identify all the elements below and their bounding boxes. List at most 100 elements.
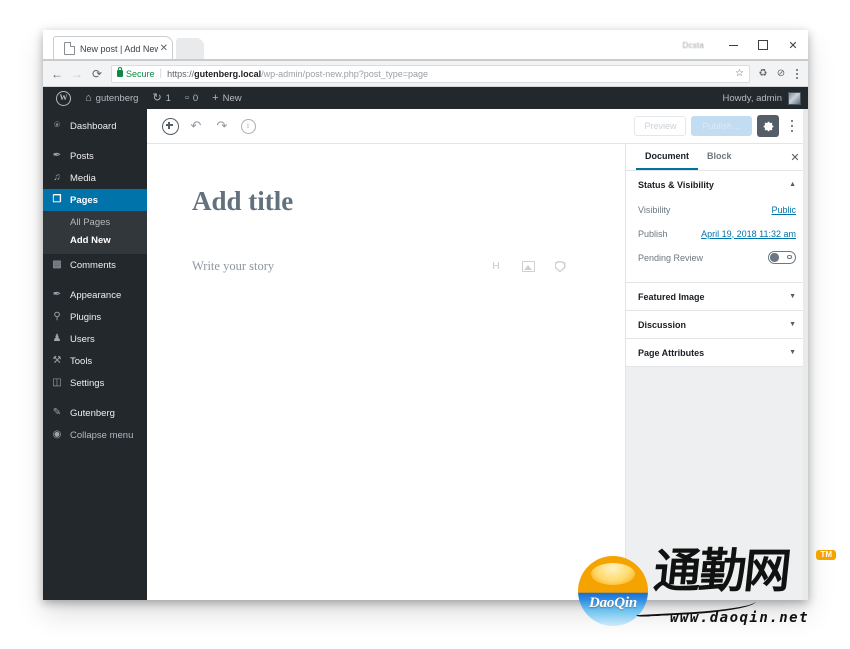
- browser-menu-icon[interactable]: [790, 65, 804, 83]
- security-label: Secure: [126, 68, 155, 79]
- sidebar-item-tools[interactable]: ⚒ Tools: [43, 350, 147, 372]
- quote-inserter-icon[interactable]: [553, 260, 567, 274]
- adminbar-updates[interactable]: ↻ 1: [145, 87, 178, 109]
- browser-window: New post | Add New Pag ✕ Dcsta ✕ ← → ⟳ S…: [43, 30, 808, 600]
- media-icon: ♫: [53, 172, 61, 183]
- browser-toolbar: ← → ⟳ Secure | https://gutenberg.local/w…: [43, 61, 808, 87]
- submenu-item-add-new[interactable]: Add New: [43, 232, 147, 250]
- window-maximize-button[interactable]: [748, 30, 778, 60]
- panel-status-visibility: Status & Visibility ▲ Visibility Public: [626, 171, 808, 283]
- settings-button[interactable]: [757, 115, 779, 137]
- post-title-input[interactable]: Add title: [192, 186, 585, 217]
- window-minimize-button[interactable]: [718, 30, 748, 60]
- sidebar-item-label: Posts: [70, 150, 94, 162]
- adminbar-new-label: New: [222, 92, 242, 104]
- pending-review-toggle[interactable]: [768, 251, 796, 264]
- url-path: /wp-admin/post-new.php?post_type=page: [261, 68, 429, 79]
- adminbar-updates-count: 1: [165, 92, 171, 104]
- sidebar-item-label: Gutenberg: [70, 407, 115, 419]
- adminbar-account[interactable]: Howdy, admin: [723, 91, 809, 105]
- sidebar-item-media[interactable]: ♫ Media: [43, 167, 147, 189]
- reload-icon[interactable]: ⟳: [87, 64, 107, 84]
- recycle-extension-icon[interactable]: ♻: [754, 65, 772, 83]
- new-tab-button[interactable]: [176, 38, 204, 60]
- row-publish: Publish April 19, 2018 11:32 am: [638, 223, 796, 244]
- sidebar-item-label: Dashboard: [70, 120, 117, 132]
- bookmark-star-icon[interactable]: ☆: [735, 68, 744, 79]
- panel-header[interactable]: Status & Visibility ▲: [626, 171, 808, 198]
- info-icon: i: [240, 118, 256, 134]
- preview-button[interactable]: Preview: [634, 116, 687, 136]
- panel-header[interactable]: Page Attributes ▼: [626, 339, 808, 366]
- brush-icon: ✒: [52, 289, 62, 300]
- settings-sidebar: Document Block ✕ Status & Visibility ▲ V…: [625, 109, 808, 600]
- row-pending-review: Pending Review: [638, 247, 796, 268]
- adminbar-wp-logo[interactable]: W: [49, 87, 78, 109]
- heading-inserter-icon[interactable]: H: [489, 260, 503, 274]
- more-menu-button[interactable]: [784, 115, 800, 137]
- image-inserter-icon[interactable]: [521, 260, 535, 274]
- sidebar-scrollbar[interactable]: [803, 109, 808, 600]
- tab-document[interactable]: Document: [636, 144, 699, 170]
- adminbar-new-content[interactable]: + New: [205, 87, 248, 109]
- sidebar-item-plugins[interactable]: ⚲ Plugins: [43, 306, 147, 328]
- back-icon[interactable]: ←: [47, 64, 67, 84]
- watermark-tm-badge: TM: [816, 550, 836, 560]
- sidebar-item-pages[interactable]: ❐ Pages: [43, 189, 147, 211]
- editor-header-toolbar: ↶ ↷ i Preview Publish…: [147, 109, 808, 144]
- wp-admin-bar: W ⌂ gutenberg ↻ 1 ▫ 0 + New Howdy, admin: [43, 87, 808, 109]
- address-bar[interactable]: Secure | https://gutenberg.local/wp-admi…: [111, 64, 750, 83]
- editor-body: Add title Write your story H Document Bl…: [147, 109, 808, 600]
- panel-header[interactable]: Discussion ▼: [626, 311, 808, 338]
- wp-admin-menu: ⍟ Dashboard ✒ Posts ♫ Media ❐ Pages All …: [43, 109, 147, 600]
- lock-icon: [117, 67, 123, 77]
- panel-title: Featured Image: [638, 291, 705, 302]
- user-icon: ♟: [52, 333, 62, 344]
- sidebar-item-label: Users: [70, 333, 95, 345]
- wordpress-viewport: W ⌂ gutenberg ↻ 1 ▫ 0 + New Howdy, admin…: [43, 87, 808, 600]
- block-extension-icon[interactable]: ⊘: [772, 65, 790, 83]
- panel-body: Visibility Public Publish April 19, 2018…: [626, 198, 808, 282]
- pages-submenu: All Pages Add New: [43, 211, 147, 254]
- sidebar-item-label: Collapse menu: [70, 429, 134, 441]
- avatar: [788, 91, 801, 105]
- sidebar-item-label: Settings: [70, 377, 105, 389]
- sidebar-item-settings[interactable]: ◫ Settings: [43, 372, 147, 394]
- adminbar-site-name[interactable]: ⌂ gutenberg: [78, 87, 145, 109]
- publish-button[interactable]: Publish…: [691, 116, 752, 136]
- panel-page-attributes: Page Attributes ▼: [626, 339, 808, 367]
- page-icon: [64, 42, 75, 55]
- home-icon: ⌂: [85, 91, 92, 104]
- sidebar-item-appearance[interactable]: ✒ Appearance: [43, 284, 147, 306]
- window-close-button[interactable]: ✕: [778, 30, 808, 60]
- visibility-value-link[interactable]: Public: [771, 205, 796, 215]
- default-block-row[interactable]: Write your story H: [192, 259, 585, 274]
- sidebar-item-dashboard[interactable]: ⍟ Dashboard: [43, 115, 147, 137]
- tab-block[interactable]: Block: [698, 144, 741, 170]
- sidebar-item-label: Tools: [70, 355, 93, 367]
- tab-close-icon[interactable]: ✕: [160, 43, 168, 54]
- gutenberg-editor: ↶ ↷ i Preview Publish… Add title Write y…: [147, 109, 808, 600]
- panel-header[interactable]: Featured Image ▼: [626, 283, 808, 310]
- undo-button[interactable]: ↶: [183, 113, 209, 139]
- sidebar-tab-bar: Document Block ✕: [626, 144, 808, 171]
- submenu-item-all-pages[interactable]: All Pages: [43, 214, 147, 232]
- row-visibility: Visibility Public: [638, 199, 796, 220]
- editor-actions: Preview Publish…: [634, 115, 800, 137]
- toggle-knob: [770, 253, 779, 262]
- wordpress-logo-icon: W: [56, 90, 71, 106]
- publish-date-link[interactable]: April 19, 2018 11:32 am: [701, 229, 796, 239]
- panel-discussion: Discussion ▼: [626, 311, 808, 339]
- sidebar-item-collapse-menu[interactable]: ◉ Collapse menu: [43, 424, 147, 446]
- content-info-button[interactable]: i: [235, 113, 261, 139]
- sidebar-item-posts[interactable]: ✒ Posts: [43, 145, 147, 167]
- redo-button[interactable]: ↷: [209, 113, 235, 139]
- editor-canvas[interactable]: Add title Write your story H: [147, 144, 625, 600]
- browser-tab[interactable]: New post | Add New Pag ✕: [53, 36, 173, 60]
- sidebar-item-comments[interactable]: ▩ Comments: [43, 254, 147, 276]
- sidebar-item-gutenberg[interactable]: ✎ Gutenberg: [43, 402, 147, 424]
- row-label: Pending Review: [638, 252, 704, 263]
- adminbar-comments[interactable]: ▫ 0: [178, 87, 205, 109]
- add-block-button[interactable]: [157, 113, 183, 139]
- sidebar-item-users[interactable]: ♟ Users: [43, 328, 147, 350]
